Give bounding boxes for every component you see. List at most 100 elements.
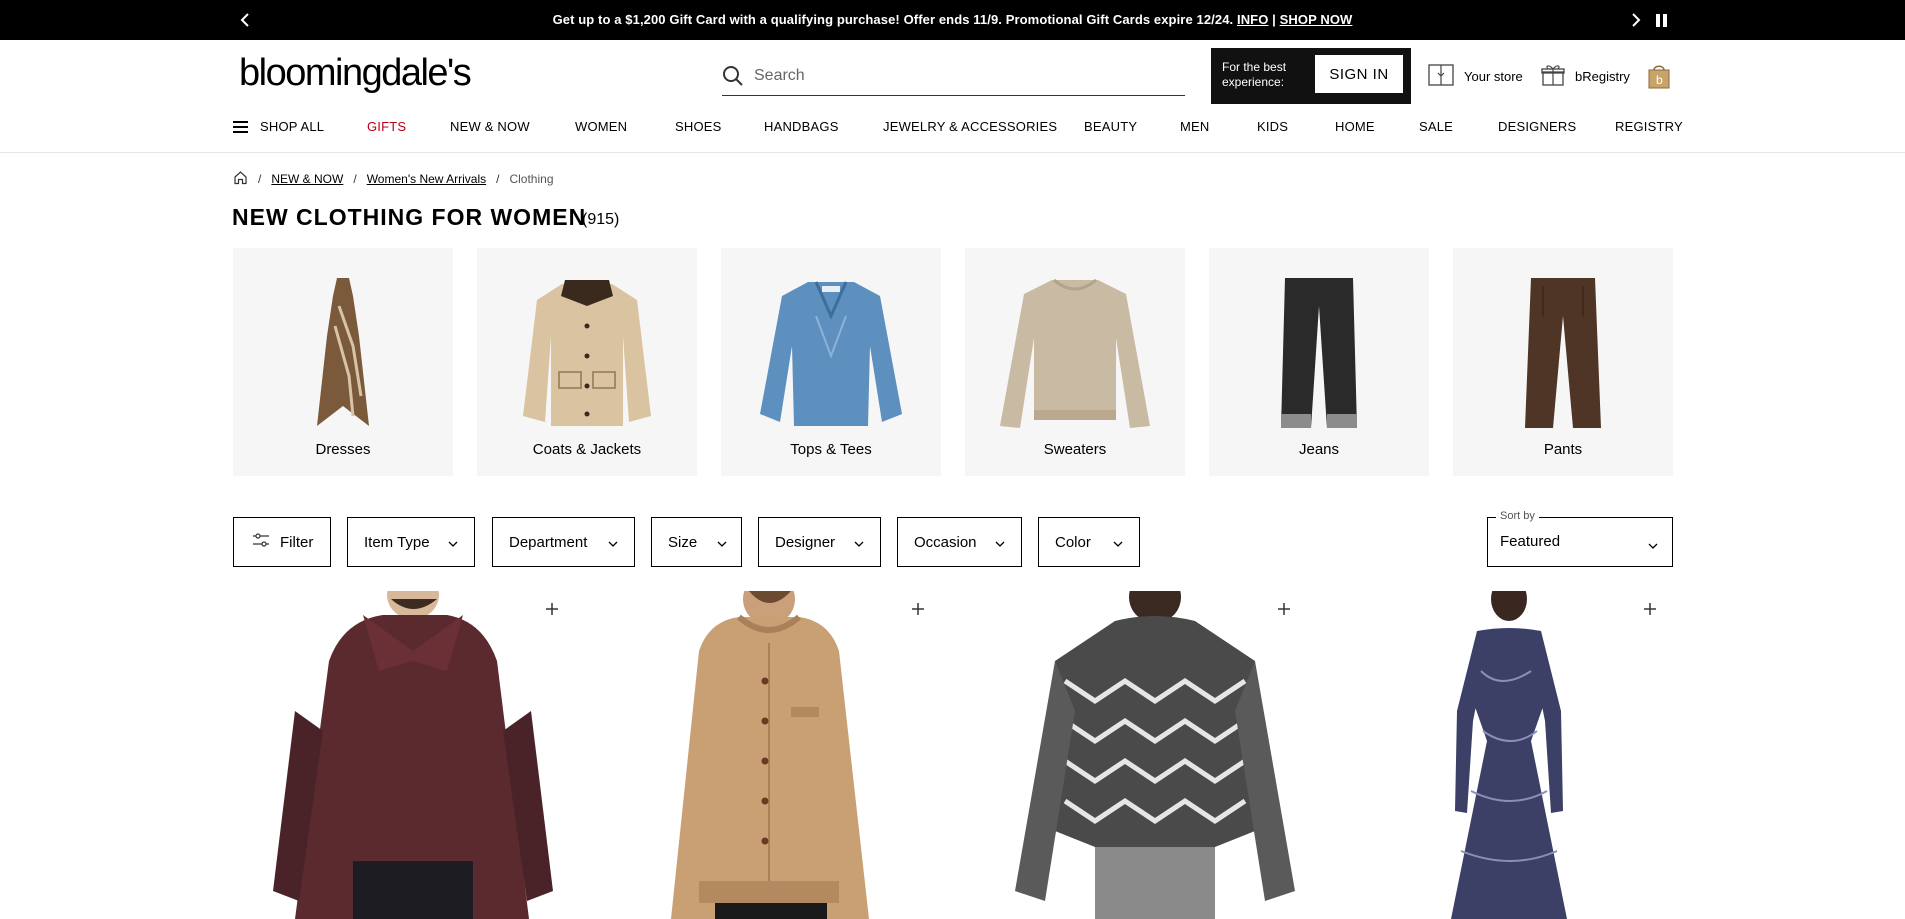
plus-icon [1643, 602, 1657, 621]
plus-icon [545, 602, 559, 621]
plus-icon [1277, 602, 1291, 621]
pants-image [1525, 278, 1601, 428]
nav-sale[interactable]: SALE [1419, 119, 1453, 134]
nav-handbags[interactable]: HANDBAGS [764, 119, 839, 134]
nav-shop-all-label: SHOP ALL [260, 119, 325, 134]
product-card[interactable] [965, 591, 1331, 919]
breadcrumb-separator: / [496, 172, 500, 186]
product-card[interactable] [233, 591, 599, 919]
camel-cardigan-image [599, 591, 965, 919]
logo-text: bloomingdale's [239, 52, 471, 94]
breadcrumb-separator: / [258, 172, 262, 186]
product-card[interactable] [1331, 591, 1697, 919]
zigzag-sweater-image [965, 591, 1331, 919]
dropdown-label: Department [509, 533, 588, 551]
nav-shop-all[interactable]: SHOP ALL [233, 119, 324, 134]
item-type-dropdown[interactable]: Item Type [347, 517, 475, 567]
category-tile-dresses[interactable]: Dresses [233, 248, 453, 476]
category-label: Dresses [315, 441, 371, 458]
promo-message: Get up to a $1,200 Gift Card with a qual… [0, 12, 1905, 27]
category-label: Tops & Tees [790, 441, 872, 458]
shopping-bag-icon[interactable]: b [1648, 63, 1670, 89]
promo-shop-now-link[interactable]: SHOP NOW [1280, 12, 1353, 27]
chevron-down-icon [448, 534, 458, 551]
home-icon[interactable] [233, 170, 248, 188]
logo[interactable]: bloomingdale's [239, 52, 491, 104]
signin-panel: For the best experience: SIGN IN [1211, 48, 1411, 104]
plus-icon [911, 602, 925, 621]
department-dropdown[interactable]: Department [492, 517, 635, 567]
svg-text:b: b [1656, 73, 1663, 87]
sort-by-legend: Sort by [1496, 510, 1539, 522]
breadcrumb: / NEW & NOW / Women's New Arrivals / Clo… [233, 170, 554, 188]
pause-icon[interactable] [1651, 10, 1671, 30]
your-store-link[interactable]: Your store [1428, 63, 1523, 89]
menu-icon [233, 120, 248, 133]
nav-beauty[interactable]: BEAUTY [1084, 119, 1137, 134]
filter-label: Filter [280, 533, 314, 551]
chevron-down-icon [995, 534, 1005, 551]
nav-shoes[interactable]: SHOES [675, 119, 722, 134]
breadcrumb-separator: / [353, 172, 357, 186]
dropdown-label: Occasion [914, 533, 977, 551]
category-tile-sweaters[interactable]: Sweaters [965, 248, 1185, 476]
sweater-image [1000, 278, 1150, 428]
nav-new-now[interactable]: NEW & NOW [450, 119, 530, 134]
category-label: Sweaters [1043, 441, 1107, 458]
result-count: (915) [582, 211, 620, 228]
dropdown-label: Designer [775, 533, 836, 551]
category-tile-coats-jackets[interactable]: Coats & Jackets [477, 248, 697, 476]
add-to-list-button[interactable] [539, 598, 565, 624]
nav-kids[interactable]: KIDS [1257, 119, 1288, 134]
designer-dropdown[interactable]: Designer [758, 517, 881, 567]
page-title: NEW CLOTHING FOR WOMEN [232, 204, 587, 230]
your-store-label: Your store [1464, 68, 1523, 84]
add-to-list-button[interactable] [1271, 598, 1297, 624]
promo-info-link[interactable]: INFO [1237, 12, 1268, 27]
search-bar [722, 58, 1185, 96]
dropdown-label: Color [1055, 533, 1091, 551]
chevron-down-icon [854, 534, 864, 551]
color-dropdown[interactable]: Color [1038, 517, 1140, 567]
sort-by-value: Featured [1500, 533, 1561, 550]
filter-button[interactable]: Filter [233, 517, 331, 567]
breadcrumb-womens-new-arrivals[interactable]: Women's New Arrivals [367, 172, 486, 186]
nav-designers[interactable]: DESIGNERS [1498, 119, 1576, 134]
product-card[interactable] [599, 591, 965, 919]
sign-in-button[interactable]: SIGN IN [1315, 55, 1403, 93]
dress-image [317, 278, 369, 426]
category-tile-tops-tees[interactable]: Tops & Tees [721, 248, 941, 476]
occasion-dropdown[interactable]: Occasion [897, 517, 1022, 567]
category-label: Pants [1543, 441, 1583, 458]
nav-gifts[interactable]: GIFTS [367, 119, 406, 134]
search-icon[interactable] [722, 65, 744, 87]
breadcrumb-new-now[interactable]: NEW & NOW [271, 172, 343, 186]
gift-icon [1541, 63, 1565, 90]
nav-women[interactable]: WOMEN [575, 119, 627, 134]
nav-jewelry-accessories[interactable]: JEWELRY & ACCESSORIES [883, 119, 1057, 134]
add-to-list-button[interactable] [905, 598, 931, 624]
chevron-down-icon [608, 534, 618, 551]
search-input[interactable] [754, 64, 1174, 88]
size-dropdown[interactable]: Size [651, 517, 742, 567]
add-to-list-button[interactable] [1637, 598, 1663, 624]
chevron-down-icon [717, 534, 727, 551]
nav-home[interactable]: HOME [1335, 119, 1375, 134]
chevron-right-icon[interactable] [1625, 9, 1647, 31]
jeans-image [1281, 278, 1357, 428]
category-tile-pants[interactable]: Pants [1453, 248, 1673, 476]
category-label: Jeans [1298, 441, 1340, 458]
category-label: Coats & Jackets [532, 441, 642, 458]
category-tile-jeans[interactable]: Jeans [1209, 248, 1429, 476]
breadcrumb-current: Clothing [509, 172, 554, 186]
nav-men[interactable]: MEN [1180, 119, 1210, 134]
bregistry-link[interactable]: bRegistry [1541, 64, 1630, 88]
nav-registry[interactable]: REGISTRY [1615, 119, 1683, 134]
chevron-down-icon [1648, 536, 1658, 554]
store-icon [1428, 63, 1454, 89]
bregistry-label: bRegistry [1575, 68, 1630, 84]
filter-sliders-icon [252, 533, 270, 551]
signin-caption: For the best experience: [1222, 60, 1287, 89]
sort-by-select[interactable]: Sort by Featured [1487, 510, 1673, 567]
dropdown-label: Size [668, 533, 698, 551]
